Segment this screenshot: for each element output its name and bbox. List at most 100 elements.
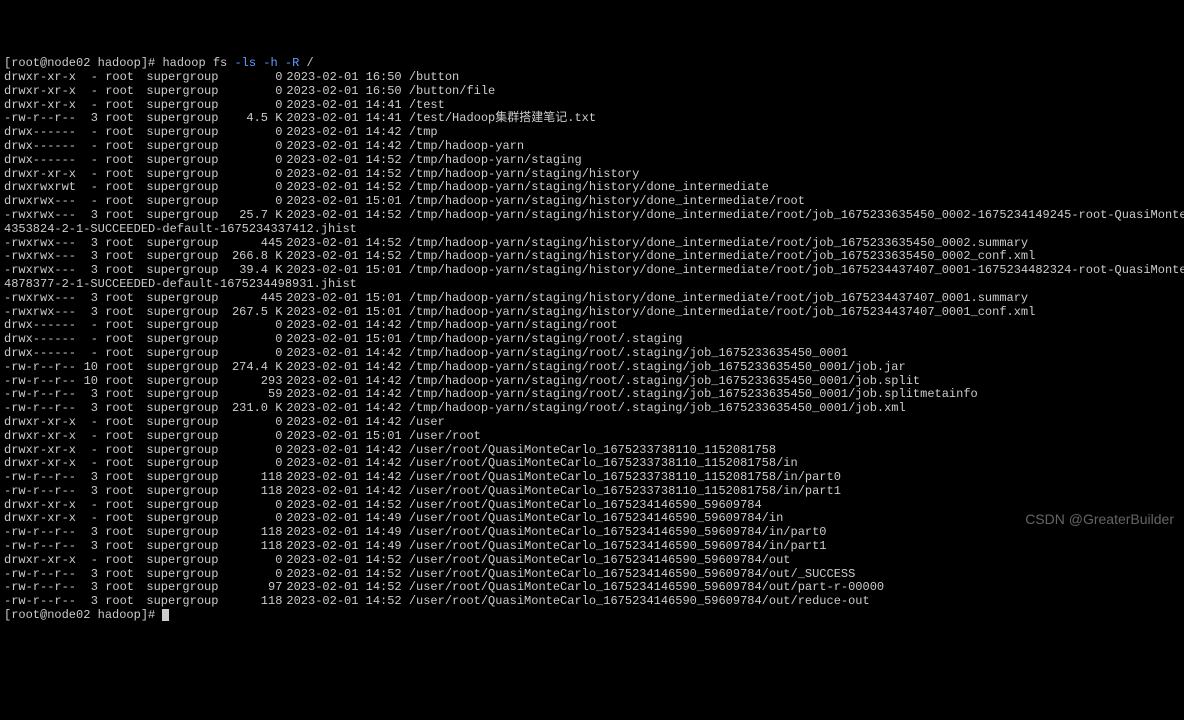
col-links: 10: [80, 375, 98, 389]
col-path: /tmp/hadoop-yarn/staging/history/done_in…: [409, 305, 1036, 319]
col-date: 2023-02-01 14:42: [282, 375, 401, 389]
col-permissions: -rwxrwx---: [4, 292, 80, 306]
col-group: supergroup: [146, 526, 222, 540]
col-path: /tmp/hadoop-yarn/staging/root/.staging/j…: [409, 346, 848, 360]
col-date: 2023-02-01 16:50: [282, 71, 401, 85]
col-group: supergroup: [146, 237, 222, 251]
terminal-output[interactable]: [root@node02 hadoop]# hadoop fs -ls -h -…: [4, 57, 1180, 623]
col-group: supergroup: [146, 430, 222, 444]
col-group: supergroup: [146, 319, 222, 333]
col-permissions: -rw-r--r--: [4, 568, 80, 582]
col-group: supergroup: [146, 416, 222, 430]
col-group: supergroup: [146, 195, 222, 209]
col-date: 2023-02-01 14:42: [282, 444, 401, 458]
col-group: supergroup: [146, 444, 222, 458]
col-permissions: drwxr-xr-x: [4, 99, 80, 113]
col-size: 59: [222, 388, 282, 402]
listing-row: -rw-r--r--10 root supergroup2932023-02-0…: [4, 375, 1180, 389]
listing-row: drwx------- root supergroup02023-02-01 1…: [4, 347, 1180, 361]
listing-row: drwxr-xr-x- root supergroup02023-02-01 1…: [4, 416, 1180, 430]
col-group: supergroup: [146, 361, 222, 375]
col-size: 0: [222, 512, 282, 526]
col-size: 25.7 K: [222, 209, 282, 223]
col-owner: root: [105, 568, 139, 582]
col-path: /user/root/QuasiMonteCarlo_1675234146590…: [409, 511, 783, 525]
col-links: -: [80, 99, 98, 113]
col-path: /tmp/hadoop-yarn/staging/history/done_in…: [409, 249, 1036, 263]
col-date: 2023-02-01 14:42: [282, 361, 401, 375]
listing-row: -rwxrwx---3 root supergroup25.7 K2023-02…: [4, 209, 1180, 223]
col-path: /tmp/hadoop-yarn/staging/history: [409, 167, 639, 181]
col-owner: root: [105, 499, 139, 513]
col-group: supergroup: [146, 264, 222, 278]
col-links: -: [80, 195, 98, 209]
col-path: /user: [409, 415, 445, 429]
col-permissions: drwxr-xr-x: [4, 444, 80, 458]
col-owner: root: [105, 126, 139, 140]
col-owner: root: [105, 512, 139, 526]
col-permissions: drwxrwxrwt: [4, 181, 80, 195]
col-permissions: -rw-r--r--: [4, 388, 80, 402]
col-permissions: drwxr-xr-x: [4, 499, 80, 513]
col-path: /tmp/hadoop-yarn/staging/history/done_in…: [409, 263, 1184, 277]
col-path: /user/root/QuasiMonteCarlo_1675234146590…: [409, 580, 884, 594]
col-group: supergroup: [146, 71, 222, 85]
col-date: 2023-02-01 15:01: [282, 292, 401, 306]
col-links: -: [80, 512, 98, 526]
col-owner: root: [105, 112, 139, 126]
col-path: /user/root: [409, 429, 481, 443]
col-owner: root: [105, 361, 139, 375]
col-links: -: [80, 347, 98, 361]
col-permissions: -rwxrwx---: [4, 250, 80, 264]
col-links: 3: [80, 264, 98, 278]
col-group: supergroup: [146, 581, 222, 595]
listing-row: drwxrwxrwt- root supergroup02023-02-01 1…: [4, 181, 1180, 195]
listing-row: -rw-r--r--3 root supergroup02023-02-01 1…: [4, 568, 1180, 582]
col-size: 4.5 K: [222, 112, 282, 126]
col-group: supergroup: [146, 306, 222, 320]
col-size: 0: [222, 71, 282, 85]
listing-row: drwxr-xr-x- root supergroup02023-02-01 1…: [4, 457, 1180, 471]
col-date: 2023-02-01 14:42: [282, 416, 401, 430]
col-links: 10: [80, 361, 98, 375]
col-links: -: [80, 457, 98, 471]
col-permissions: drwxrwx---: [4, 195, 80, 209]
col-size: 0: [222, 168, 282, 182]
col-owner: root: [105, 485, 139, 499]
col-date: 2023-02-01 14:52: [282, 499, 401, 513]
col-group: supergroup: [146, 140, 222, 154]
col-group: supergroup: [146, 499, 222, 513]
col-permissions: drwxr-xr-x: [4, 168, 80, 182]
listing-row: drwxr-xr-x- root supergroup02023-02-01 1…: [4, 430, 1180, 444]
col-path: /user/root/QuasiMonteCarlo_1675234146590…: [409, 594, 870, 608]
col-size: 0: [222, 99, 282, 113]
col-permissions: -rw-r--r--: [4, 485, 80, 499]
col-links: 3: [80, 306, 98, 320]
col-group: supergroup: [146, 554, 222, 568]
col-owner: root: [105, 99, 139, 113]
col-permissions: drwxr-xr-x: [4, 512, 80, 526]
col-permissions: -rwxrwx---: [4, 237, 80, 251]
col-date: 2023-02-01 14:42: [282, 126, 401, 140]
col-owner: root: [105, 237, 139, 251]
col-owner: root: [105, 154, 139, 168]
listing-row: drwx------- root supergroup02023-02-01 1…: [4, 126, 1180, 140]
col-owner: root: [105, 168, 139, 182]
col-owner: root: [105, 181, 139, 195]
col-date: 2023-02-01 14:42: [282, 347, 401, 361]
col-size: 0: [222, 85, 282, 99]
col-links: -: [80, 319, 98, 333]
prompt-line[interactable]: [root@node02 hadoop]#: [4, 609, 1180, 623]
listing-row: -rwxrwx---3 root supergroup4452023-02-01…: [4, 237, 1180, 251]
col-path: /user/root/QuasiMonteCarlo_1675234146590…: [409, 498, 762, 512]
col-size: 293: [222, 375, 282, 389]
col-links: 3: [80, 402, 98, 416]
col-size: 445: [222, 237, 282, 251]
col-owner: root: [105, 347, 139, 361]
col-group: supergroup: [146, 209, 222, 223]
col-path: /tmp/hadoop-yarn/staging/root/.staging/j…: [409, 360, 906, 374]
col-date: 2023-02-01 15:01: [282, 306, 401, 320]
col-date: 2023-02-01 14:41: [282, 99, 401, 113]
col-size: 0: [222, 154, 282, 168]
col-permissions: drwxr-xr-x: [4, 430, 80, 444]
